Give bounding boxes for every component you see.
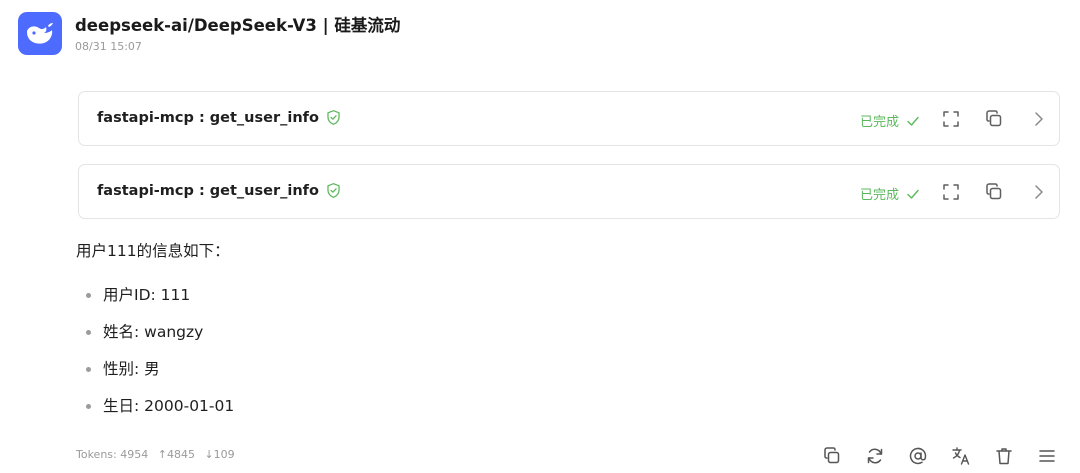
fullscreen-icon[interactable]: [941, 109, 961, 129]
check-icon: [907, 116, 919, 126]
chevron-right-icon[interactable]: [1028, 182, 1048, 202]
tool-call-card[interactable]: fastapi-mcp : get_user_info 已完成: [78, 91, 1060, 146]
model-avatar: [18, 12, 62, 55]
bullet-dot: [86, 293, 91, 298]
tokens-total: Tokens: 4954: [76, 448, 149, 461]
bullet-dot: [86, 367, 91, 372]
tool-call-status: 已完成: [860, 184, 920, 203]
translate-icon: [952, 447, 970, 465]
message-timestamp: 08/31 15:07: [75, 40, 142, 53]
chevron-right-icon[interactable]: [1028, 109, 1048, 129]
menu-icon: [1039, 450, 1055, 462]
status-label: 已完成: [860, 115, 900, 130]
list-item-text: 性别: 男: [103, 360, 160, 378]
at-icon: [909, 447, 927, 465]
copy-icon: [824, 447, 840, 464]
refresh-icon: [867, 448, 883, 464]
list-item-text: 用户ID: 111: [103, 286, 191, 304]
shield-check-icon: [327, 110, 340, 125]
bullet-dot: [86, 330, 91, 335]
message-intro: 用户111的信息如下：: [76, 242, 230, 260]
list-item: 用户ID: 111: [76, 280, 234, 317]
list-item: 性别: 男: [76, 354, 234, 391]
mention-button[interactable]: [907, 445, 929, 467]
list-item-text: 生日: 2000-01-01: [103, 397, 235, 415]
list-item: 生日: 2000-01-01: [76, 391, 234, 428]
check-icon: [907, 189, 919, 199]
tool-call-name: fastapi-mcp : get_user_info: [97, 182, 319, 199]
token-usage: Tokens: 4954 ↑4845 ↓109: [76, 448, 241, 461]
tool-call-status: 已完成: [860, 111, 920, 130]
tokens-output: ↓109: [204, 448, 235, 461]
delete-button[interactable]: [993, 445, 1015, 467]
copy-icon[interactable]: [984, 182, 1004, 202]
trash-icon: [996, 448, 1012, 465]
deepseek-whale-icon: [27, 22, 53, 44]
status-label: 已完成: [860, 188, 900, 203]
more-menu-button[interactable]: [1036, 445, 1058, 467]
copy-message-button[interactable]: [821, 445, 843, 467]
tool-call-name: fastapi-mcp : get_user_info: [97, 109, 319, 126]
tokens-input: ↑4845: [157, 448, 195, 461]
user-info-list: 用户ID: 111 姓名: wangzy 性别: 男 生日: 2000-01-0…: [76, 280, 234, 428]
tool-call-title: fastapi-mcp : get_user_info: [97, 182, 342, 199]
translate-button[interactable]: [950, 445, 972, 467]
copy-icon[interactable]: [984, 109, 1004, 129]
list-item-text: 姓名: wangzy: [103, 323, 204, 341]
shield-check-icon: [327, 183, 340, 198]
model-title: deepseek-ai/DeepSeek-V3 | 硅基流动: [75, 16, 401, 35]
list-item: 姓名: wangzy: [76, 317, 234, 354]
fullscreen-icon[interactable]: [941, 182, 961, 202]
bullet-dot: [86, 404, 91, 409]
tool-call-title: fastapi-mcp : get_user_info: [97, 109, 342, 126]
tool-call-card[interactable]: fastapi-mcp : get_user_info 已完成: [78, 164, 1060, 219]
regenerate-button[interactable]: [864, 445, 886, 467]
